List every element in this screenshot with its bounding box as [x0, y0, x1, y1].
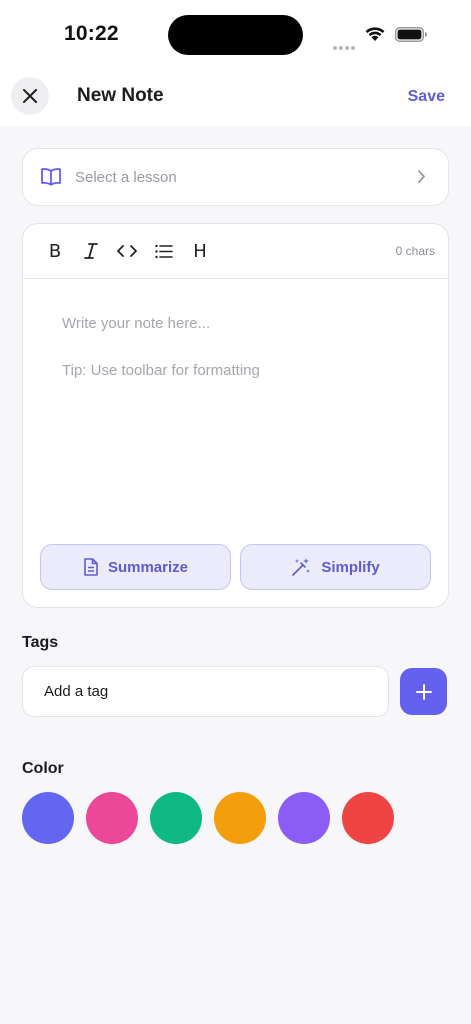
plus-icon [415, 683, 432, 700]
summarize-button[interactable]: Summarize [40, 544, 231, 590]
document-text-icon [84, 558, 98, 576]
color-swatch[interactable] [214, 792, 266, 844]
simplify-button[interactable]: Simplify [240, 544, 431, 590]
color-swatch[interactable] [342, 792, 394, 844]
color-swatch[interactable] [22, 792, 74, 844]
status-bar: 10:22 [0, 0, 471, 68]
list-button[interactable] [151, 238, 177, 264]
color-swatch[interactable] [150, 792, 202, 844]
tags-label: Tags [22, 634, 59, 651]
bold-button[interactable]: B [42, 238, 68, 264]
tag-input[interactable] [22, 666, 389, 717]
char-count: 0 chars [395, 244, 435, 258]
home-indicator [168, 1010, 303, 1015]
navigation-bar: New Note Save [0, 68, 471, 126]
close-button[interactable] [11, 77, 49, 115]
note-body-placeholder[interactable]: Write your note here... [62, 315, 210, 332]
italic-icon [84, 243, 98, 259]
page-title: New Note [77, 85, 164, 106]
list-icon [155, 244, 173, 258]
lesson-placeholder: Select a lesson [75, 169, 177, 186]
heading-button[interactable]: H [187, 238, 213, 264]
add-tag-button[interactable] [400, 668, 447, 715]
chevron-right-icon [418, 170, 425, 183]
dynamic-island [168, 15, 303, 55]
formatting-tip: Tip: Use toolbar for formatting [62, 362, 260, 379]
book-open-icon [41, 168, 61, 186]
battery-icon [395, 27, 427, 42]
bold-icon: B [48, 240, 62, 262]
color-swatch[interactable] [278, 792, 330, 844]
wifi-icon [365, 27, 385, 41]
status-time: 10:22 [64, 22, 119, 45]
heading-icon: H [193, 240, 207, 262]
close-icon [23, 89, 37, 103]
simplify-label: Simplify [321, 558, 380, 576]
cellular-signal-icon [333, 37, 357, 55]
lesson-selector[interactable]: Select a lesson [22, 148, 449, 206]
color-label: Color [22, 760, 64, 777]
code-icon [117, 245, 137, 257]
summarize-label: Summarize [107, 558, 189, 576]
italic-button[interactable] [78, 238, 104, 264]
color-swatch[interactable] [86, 792, 138, 844]
magic-wand-icon [292, 558, 311, 576]
formatting-toolbar: B H 0 chars [23, 224, 448, 279]
save-button[interactable]: Save [408, 88, 445, 106]
code-button[interactable] [114, 238, 140, 264]
note-editor: B H 0 chars Write your note here... Tip: [22, 223, 449, 608]
